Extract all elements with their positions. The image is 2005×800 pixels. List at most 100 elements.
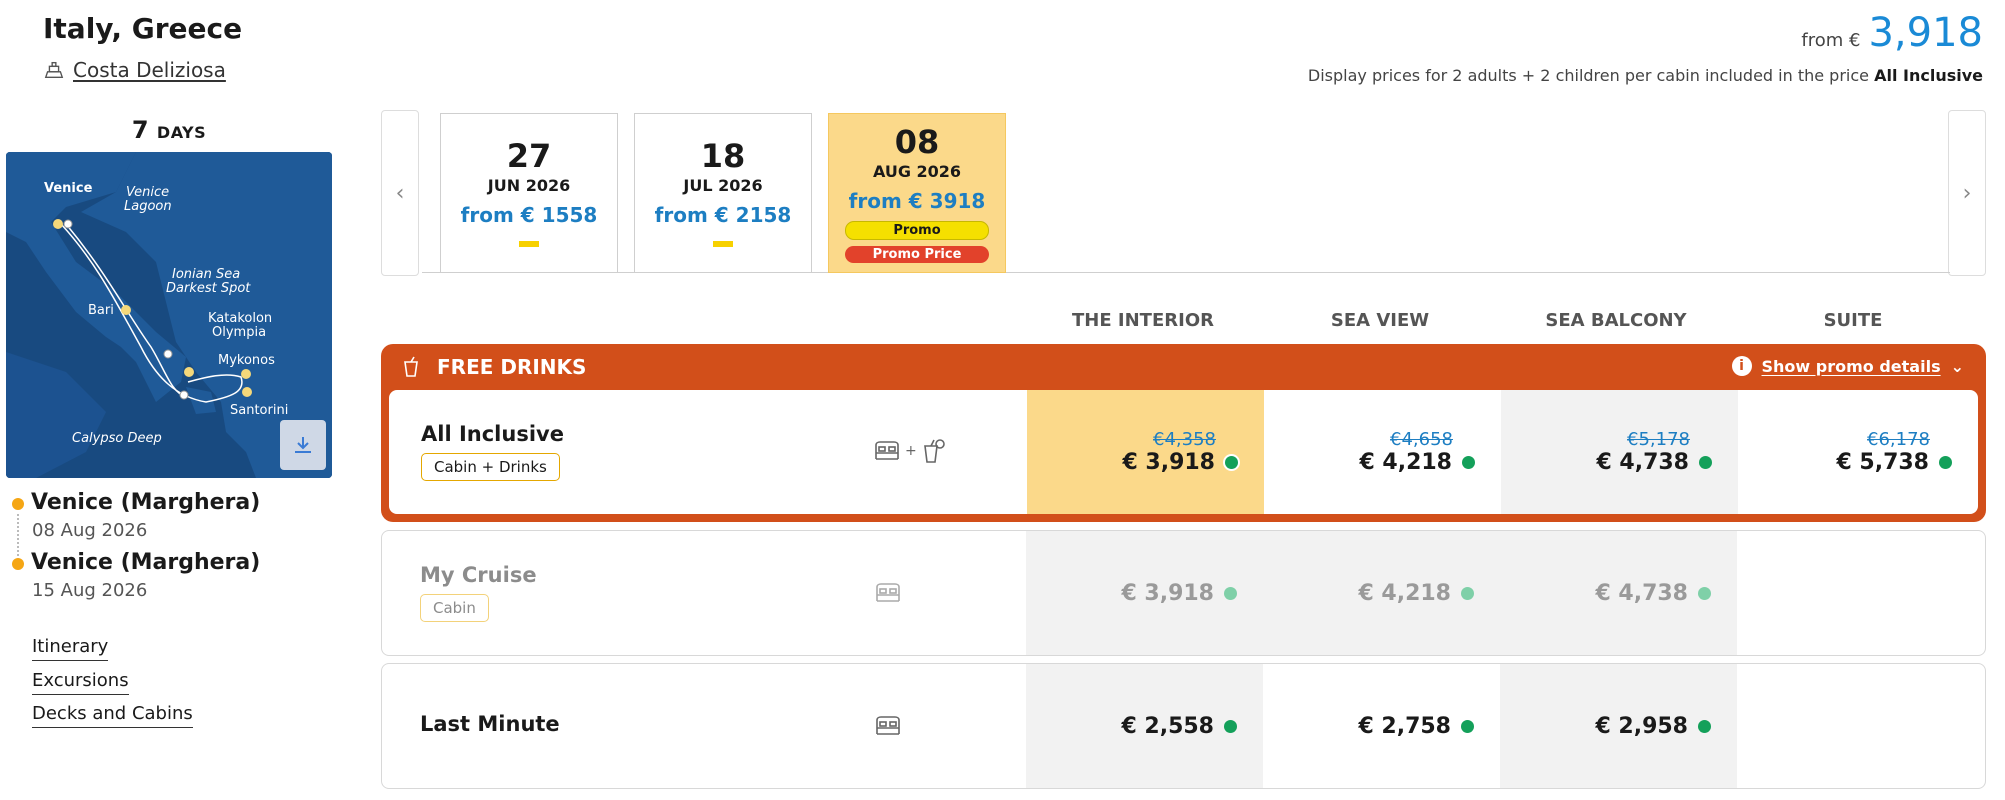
fare-name: Last Minute bbox=[420, 712, 560, 736]
show-promo-details-link[interactable]: i Show promo details ⌄ bbox=[1731, 356, 1964, 376]
days-number: 7 bbox=[131, 116, 149, 144]
svg-text:Lagoon: Lagoon bbox=[124, 199, 172, 214]
availability-dot bbox=[1461, 586, 1474, 600]
old-price: €6,178 bbox=[1867, 429, 1930, 450]
chevron-down-icon: ⌄ bbox=[1950, 356, 1964, 376]
date-card[interactable]: 18 JUL 2026 from € 2158 bbox=[634, 113, 812, 273]
promo-header: FREE DRINKS i Show promo details ⌄ bbox=[381, 344, 1986, 390]
fare-name: My Cruise bbox=[420, 563, 537, 587]
old-price: €5,178 bbox=[1627, 429, 1690, 450]
departure-port-name: Venice (Marghera) bbox=[31, 490, 261, 515]
current-price: € 2,558 bbox=[1121, 714, 1237, 739]
price-from-label: from € bbox=[1801, 30, 1861, 51]
chevron-right-icon: › bbox=[1962, 180, 1972, 206]
fare-row-my-cruise[interactable]: My Cruise Cabin € 3,918 € 4,218 € 4,738 bbox=[381, 530, 1986, 656]
price-cell-sea-view[interactable]: € 4,218 bbox=[1263, 531, 1500, 655]
old-price: €4,358 bbox=[1153, 429, 1216, 450]
fare-name: All Inclusive bbox=[421, 422, 564, 446]
availability-dot bbox=[1224, 586, 1237, 600]
current-price: € 4,218 bbox=[1359, 450, 1475, 475]
route-map[interactable]: Venice Venice Lagoon Ionian Sea Darkest … bbox=[6, 152, 332, 478]
departure-dot bbox=[12, 498, 24, 510]
bed-icon bbox=[876, 583, 900, 602]
current-price: € 2,758 bbox=[1358, 714, 1474, 739]
availability-bar bbox=[519, 241, 539, 247]
availability-bar bbox=[713, 241, 733, 247]
price-cell-interior[interactable]: €4,358 € 3,918 bbox=[1027, 390, 1264, 514]
availability-dot bbox=[1698, 586, 1711, 600]
arrival-dot bbox=[12, 558, 24, 570]
date-month: JUN 2026 bbox=[487, 176, 571, 195]
price-cell-interior[interactable]: € 2,558 bbox=[1026, 664, 1263, 788]
ship-name[interactable]: Costa Deliziosa bbox=[73, 58, 226, 82]
svg-text:Ionian Sea: Ionian Sea bbox=[172, 267, 240, 282]
date-card-selected[interactable]: 08 AUG 2026 from € 3918 Promo Promo Pric… bbox=[828, 113, 1006, 273]
date-price: from € 1558 bbox=[460, 203, 598, 227]
price-note-text: Display prices for 2 adults + 2 children… bbox=[1307, 66, 1869, 85]
fare-tag: Cabin bbox=[420, 594, 489, 622]
prev-dates-button[interactable]: ‹ bbox=[381, 110, 419, 276]
chevron-left-icon: ‹ bbox=[395, 180, 405, 206]
fare-includes bbox=[874, 714, 902, 738]
date-price: from € 3918 bbox=[848, 189, 986, 213]
excursions-link[interactable]: Excursions bbox=[32, 670, 129, 695]
price-cell-sea-view[interactable]: €4,658 € 4,218 bbox=[1264, 390, 1501, 514]
price-cell-sea-balcony[interactable]: € 2,958 bbox=[1500, 664, 1737, 788]
trip-duration: 7 DAYS bbox=[6, 116, 332, 144]
availability-dot bbox=[1225, 456, 1238, 469]
availability-dot bbox=[1461, 719, 1474, 733]
column-suite: SUITE bbox=[1823, 310, 1883, 331]
availability-dot bbox=[1699, 456, 1712, 469]
availability-dot bbox=[1698, 719, 1711, 733]
promo-badge: Promo bbox=[845, 221, 989, 240]
date-day: 08 bbox=[894, 123, 940, 161]
price-from-value: 3,918 bbox=[1868, 10, 1983, 56]
fare-row-all-inclusive[interactable]: All Inclusive Cabin + Drinks + €4,358 € … bbox=[389, 390, 1978, 514]
next-dates-button[interactable]: › bbox=[1948, 110, 1986, 276]
svg-text:Olympia: Olympia bbox=[212, 325, 266, 340]
date-price: from € 2158 bbox=[654, 203, 792, 227]
bed-icon bbox=[875, 441, 899, 460]
date-month: JUL 2026 bbox=[683, 176, 763, 195]
column-sea-balcony: SEA BALCONY bbox=[1545, 310, 1687, 331]
svg-text:Katakolon: Katakolon bbox=[208, 311, 272, 326]
decks-and-cabins-link[interactable]: Decks and Cabins bbox=[32, 703, 193, 728]
ship-link[interactable]: Costa Deliziosa bbox=[43, 58, 226, 82]
itinerary-link[interactable]: Itinerary bbox=[32, 636, 109, 661]
cocktail-icon bbox=[923, 439, 945, 463]
price-cell-sea-view[interactable]: € 2,758 bbox=[1263, 664, 1500, 788]
promo-label: FREE DRINKS bbox=[437, 355, 587, 379]
current-price: € 4,218 bbox=[1358, 581, 1474, 606]
fare-row-last-minute[interactable]: Last Minute € 2,558 € 2,758 € 2,958 bbox=[381, 663, 1986, 789]
price-cell-sea-balcony[interactable]: €5,178 € 4,738 bbox=[1501, 390, 1738, 514]
current-price: € 2,958 bbox=[1595, 714, 1711, 739]
bed-icon bbox=[876, 716, 900, 735]
map-label-calypso: Calypso Deep bbox=[72, 431, 162, 446]
column-sea-view: SEA VIEW bbox=[1330, 310, 1430, 331]
download-map-button[interactable] bbox=[280, 420, 326, 470]
svg-text:Darkest Spot: Darkest Spot bbox=[166, 281, 251, 296]
availability-dot bbox=[1224, 719, 1237, 733]
arrival-date: 15 Aug 2026 bbox=[32, 580, 148, 601]
price-cell-interior[interactable]: € 3,918 bbox=[1026, 531, 1263, 655]
availability-dot bbox=[1462, 456, 1475, 469]
current-price: € 3,918 bbox=[1121, 581, 1237, 606]
fare-includes bbox=[874, 581, 902, 605]
date-day: 18 bbox=[700, 137, 746, 175]
price-cell-sea-balcony[interactable]: € 4,738 bbox=[1500, 531, 1737, 655]
price-cell-suite[interactable]: €6,178 € 5,738 bbox=[1738, 390, 1978, 514]
date-month: AUG 2026 bbox=[872, 162, 962, 181]
date-card[interactable]: 27 JUN 2026 from € 1558 bbox=[440, 113, 618, 273]
promo-details-text[interactable]: Show promo details bbox=[1762, 357, 1941, 376]
availability-dot bbox=[1939, 456, 1952, 469]
map-label-venice: Venice bbox=[44, 181, 93, 196]
price-note: Display prices for 2 adults + 2 children… bbox=[1308, 66, 1983, 85]
page-title: Italy, Greece bbox=[43, 12, 243, 45]
svg-text:Venice: Venice bbox=[126, 185, 169, 200]
current-price: € 4,738 bbox=[1596, 450, 1712, 475]
starting-price: from € 3,918 bbox=[1801, 10, 1983, 56]
route-connector bbox=[17, 514, 19, 556]
departure-date: 08 Aug 2026 bbox=[32, 520, 148, 541]
current-price: € 3,918 bbox=[1122, 450, 1238, 475]
fare-includes: + bbox=[873, 438, 947, 464]
